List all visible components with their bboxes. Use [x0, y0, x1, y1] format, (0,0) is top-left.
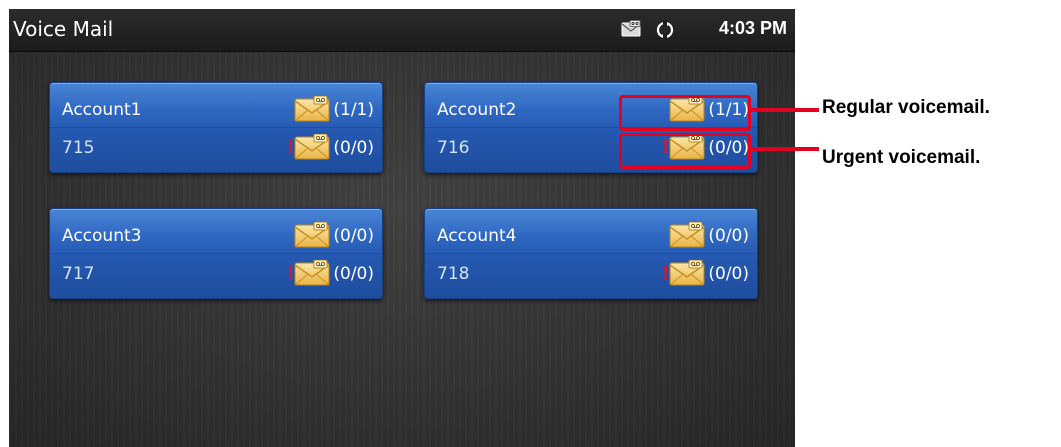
- voicemail-screen: Voice Mail 4:03 PM Account1 715 (1/1) ! …: [9, 9, 795, 447]
- envelope-icon: [294, 260, 330, 286]
- account-number: 717: [62, 264, 95, 284]
- envelope-icon: [294, 134, 330, 160]
- account-number: 715: [62, 138, 95, 158]
- urgent-voicemail-count: (0/0): [333, 264, 374, 284]
- urgent-voicemail-label: Urgent voicemail.: [822, 147, 981, 168]
- urgent-voicemail-count: (0/0): [708, 264, 749, 284]
- urgent-exclamation-icon: !: [287, 136, 294, 158]
- urgent-callout-line: [751, 147, 819, 151]
- account-name: Account3: [62, 226, 142, 246]
- urgent-voicemail-highlight: [619, 133, 751, 169]
- envelope-icon: [294, 222, 330, 248]
- regular-voicemail-highlight: [619, 95, 751, 131]
- envelope-icon: [669, 260, 705, 286]
- account-name: Account1: [62, 100, 142, 120]
- urgent-exclamation-icon: !: [287, 262, 294, 284]
- regular-callout-line: [751, 108, 819, 112]
- voicemail-status-icon: [621, 20, 641, 42]
- account-name: Account4: [437, 226, 517, 246]
- regular-voicemail-count: (1/1): [333, 100, 374, 120]
- regular-voicemail-label: Regular voicemail.: [822, 97, 990, 118]
- envelope-icon: [669, 222, 705, 248]
- urgent-voicemail-count: (0/0): [333, 138, 374, 158]
- card-divider: [425, 253, 757, 254]
- account-card-4[interactable]: Account4 718 (0/0) ! (0/0): [424, 208, 758, 299]
- account-card-1[interactable]: Account1 715 (1/1) ! (0/0): [49, 82, 383, 173]
- card-divider: [50, 253, 382, 254]
- envelope-icon: [294, 96, 330, 122]
- status-time: 4:03 PM: [718, 18, 787, 38]
- account-number: 718: [437, 264, 470, 284]
- account-card-3[interactable]: Account3 717 (0/0) ! (0/0): [49, 208, 383, 299]
- screen-title: Voice Mail: [13, 17, 114, 41]
- sync-icon: [655, 20, 675, 44]
- regular-voicemail-count: (0/0): [333, 226, 374, 246]
- account-name: Account2: [437, 100, 517, 120]
- regular-voicemail-count: (0/0): [708, 226, 749, 246]
- status-bar: Voice Mail 4:03 PM: [9, 9, 795, 52]
- urgent-exclamation-icon: !: [662, 262, 669, 284]
- card-divider: [50, 127, 382, 128]
- account-number: 716: [437, 138, 470, 158]
